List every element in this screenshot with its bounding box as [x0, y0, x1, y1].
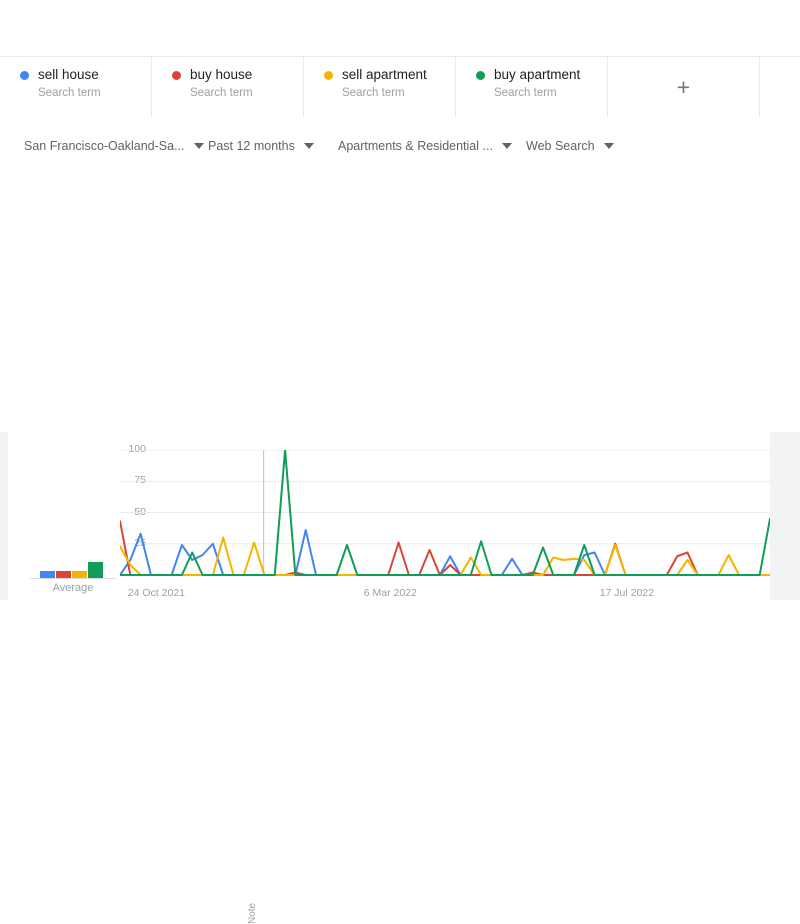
average-label: Average	[52, 582, 94, 594]
search-term-card[interactable]: buy house Search term	[152, 57, 304, 117]
average-bar	[88, 562, 103, 578]
chevron-down-icon	[303, 143, 314, 149]
search-terms-row-tail	[760, 57, 800, 117]
filter-label-location: San Francisco-Oakland-Sa...	[24, 139, 185, 153]
x-axis-tick-label: 6 Mar 2022	[363, 587, 417, 599]
filter-dropdown-type[interactable]: Web Search	[526, 130, 614, 162]
search-term-sublabel: Search term	[38, 87, 101, 99]
search-term-label: sell apartment	[342, 67, 427, 82]
add-search-term-button[interactable]: +	[608, 57, 760, 117]
search-term-label: sell house	[38, 67, 99, 82]
search-term-card[interactable]: buy apartment Search term	[456, 57, 608, 117]
plus-icon: +	[676, 74, 691, 100]
chart-panel: Average 25 50 75 100 24 Oct 2021 6 Mar 2022 1…	[0, 432, 800, 924]
search-term-card[interactable]: sell apartment Search term	[304, 57, 456, 117]
average-bar	[40, 571, 55, 578]
search-term-label: buy house	[190, 67, 253, 82]
average-baseline	[30, 578, 116, 579]
average-bar	[56, 571, 71, 578]
series-line	[120, 529, 770, 576]
series-color-dot-icon	[172, 70, 181, 80]
x-axis-tick-label: 24 Oct 2021	[127, 587, 186, 599]
average-bars	[40, 560, 106, 578]
filters-row: San Francisco-Oakland-Sa... Past 12 month…	[0, 130, 800, 162]
average-bar-widget: Average	[30, 554, 116, 594]
filter-label-type: Web Search	[526, 139, 595, 153]
search-terms-row: sell house Search term buy house Search ter…	[0, 56, 800, 117]
search-term-sublabel: Search term	[190, 87, 253, 99]
search-term-header: sell house	[20, 67, 151, 83]
chevron-down-icon	[193, 143, 204, 149]
filter-label-time: Past 12 months	[208, 139, 295, 153]
series-color-dot-icon	[476, 70, 485, 80]
search-term-sublabel: Search term	[342, 87, 405, 99]
search-term-header: buy apartment	[476, 67, 607, 83]
chevron-down-icon	[603, 143, 614, 149]
filter-dropdown-location[interactable]: San Francisco-Oakland-Sa...	[24, 130, 204, 162]
filter-dropdown-category[interactable]: Apartments & Residential ...	[338, 130, 512, 162]
chevron-down-icon	[501, 143, 512, 149]
search-term-card[interactable]: sell house Search term	[0, 57, 152, 117]
filter-dropdown-time[interactable]: Past 12 months	[208, 130, 314, 162]
filter-label-category: Apartments & Residential ...	[338, 139, 493, 153]
chart-card: Average 25 50 75 100 24 Oct 2021 6 Mar 2022 1…	[8, 432, 770, 600]
search-term-sublabel: Search term	[494, 87, 557, 99]
search-term-header: buy house	[172, 67, 303, 83]
series-color-dot-icon	[324, 70, 333, 80]
series-color-dot-icon	[20, 70, 29, 80]
average-bar	[72, 571, 87, 578]
plot-svg	[120, 450, 770, 576]
x-axis-tick-label: 17 Jul 2022	[599, 587, 654, 599]
search-term-header: sell apartment	[324, 67, 455, 83]
search-term-label: buy apartment	[494, 67, 581, 82]
note-marker-label: Note	[247, 902, 258, 924]
trends-plot[interactable]	[120, 450, 770, 600]
